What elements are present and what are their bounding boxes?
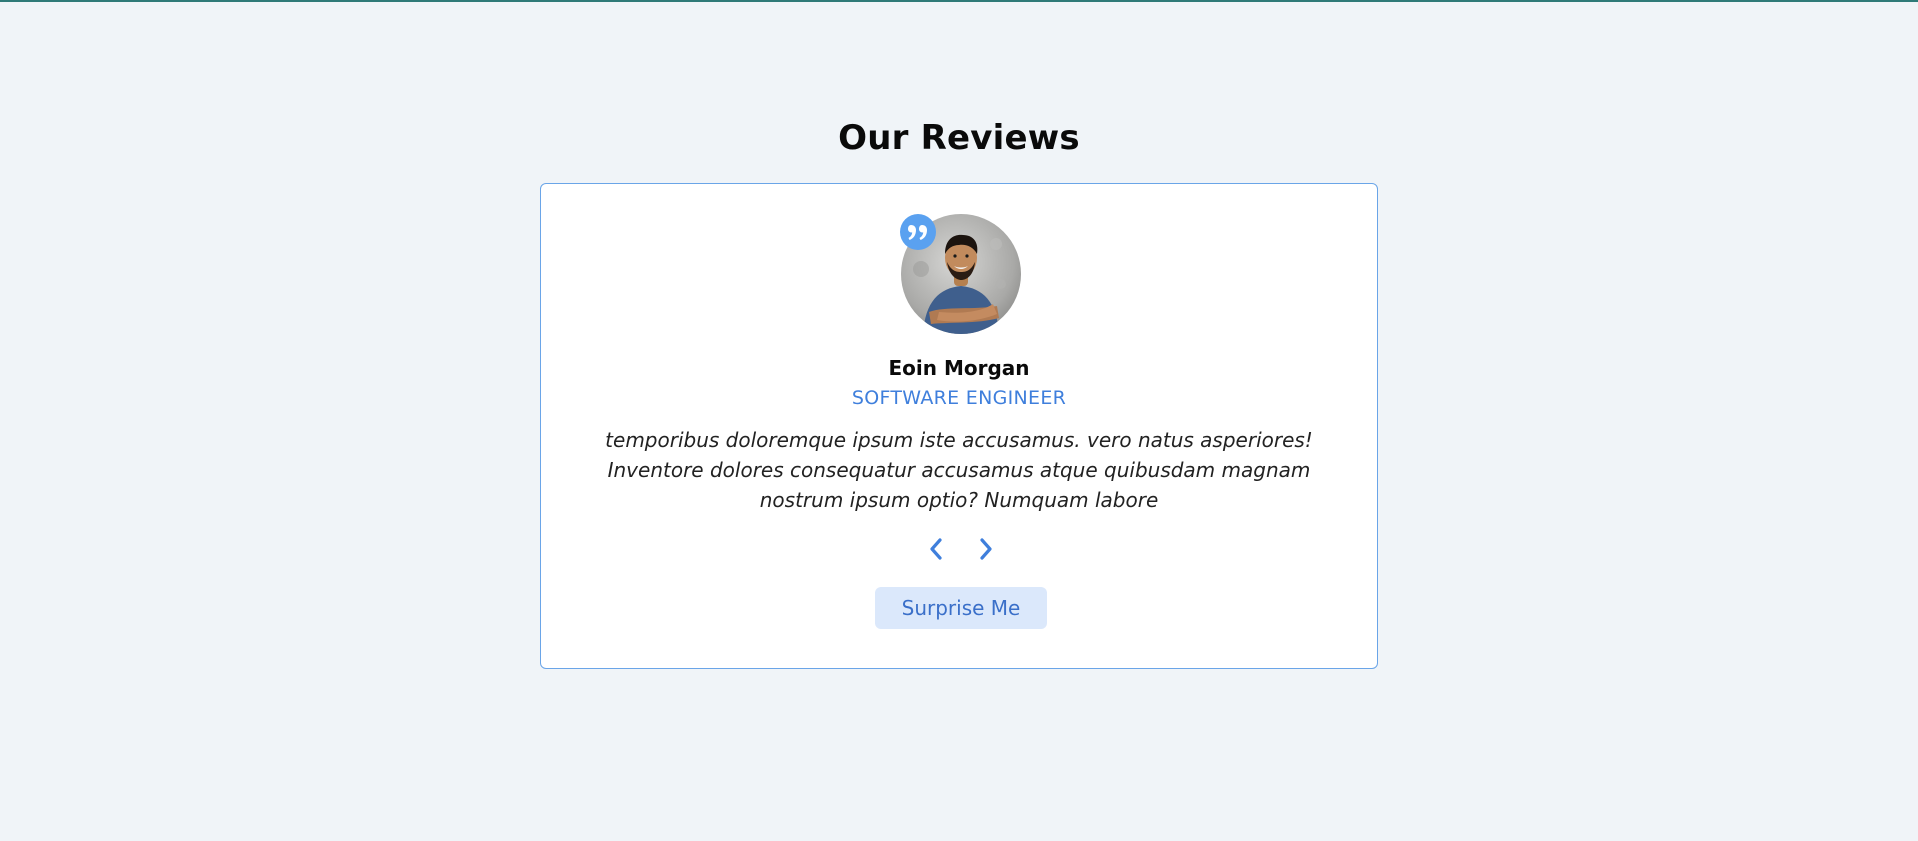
avatar-container xyxy=(900,214,1021,334)
author-job: SOFTWARE ENGINEER xyxy=(851,387,1067,409)
author-name: Eoin Morgan xyxy=(888,356,1030,380)
navigation-buttons xyxy=(541,534,1377,564)
prev-button[interactable] xyxy=(921,534,951,564)
surprise-me-button[interactable]: Surprise Me xyxy=(875,587,1047,629)
quote-icon xyxy=(900,214,936,250)
chevron-left-icon xyxy=(930,538,942,560)
review-card: Eoin Morgan SOFTWARE ENGINEER temporibus… xyxy=(540,183,1378,669)
chevron-right-icon xyxy=(980,538,992,560)
review-text: temporibus doloremque ipsum iste accusam… xyxy=(605,428,1313,512)
next-button[interactable] xyxy=(971,534,1001,564)
page: Our Reviews Eoin Morgan SOFTWARE ENGINEE… xyxy=(0,2,1918,841)
section-title: Our Reviews xyxy=(838,118,1080,158)
